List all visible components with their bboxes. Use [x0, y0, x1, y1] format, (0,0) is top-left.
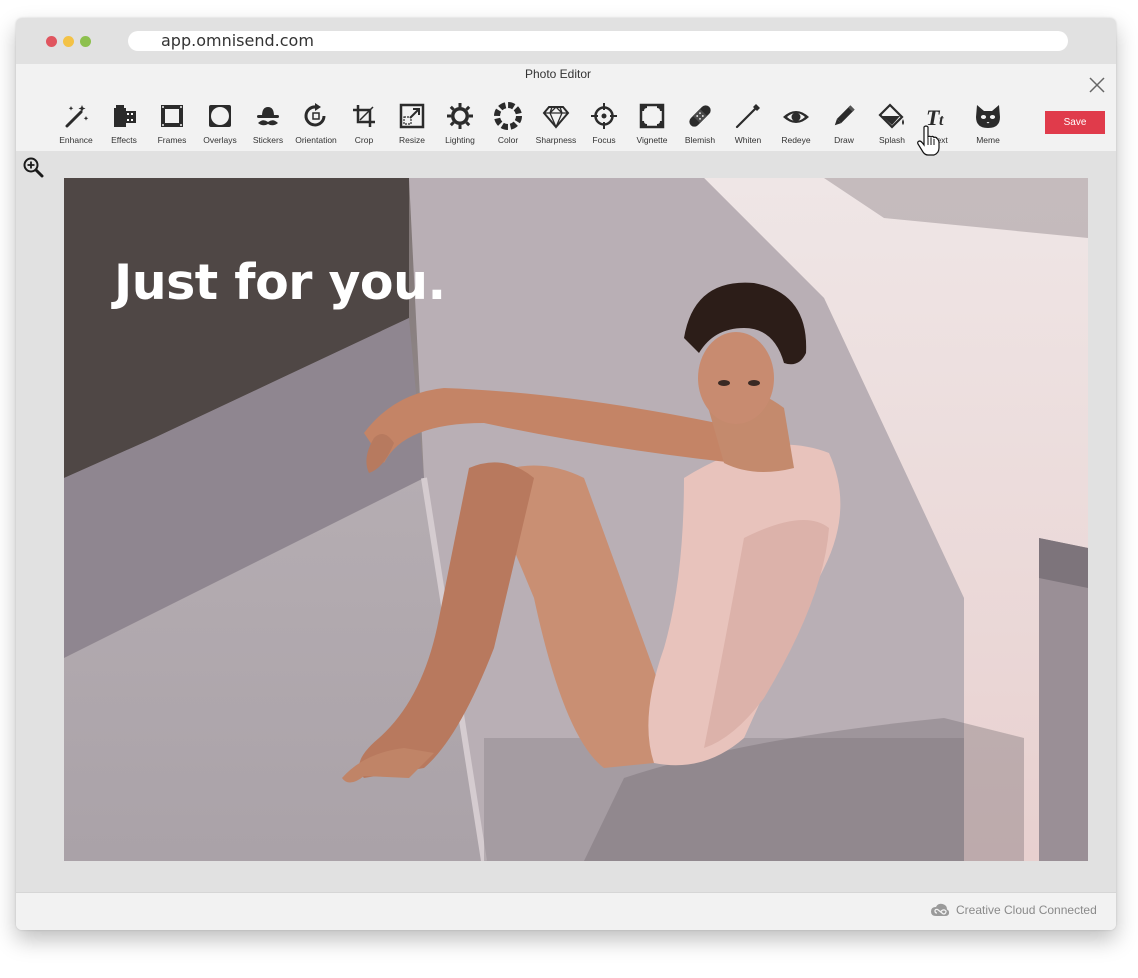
cat-face-icon: [974, 102, 1002, 130]
tool-draw[interactable]: Draw: [820, 100, 868, 150]
editor-title: Photo Editor: [524, 67, 592, 81]
window-close-dot[interactable]: [46, 36, 57, 47]
resize-icon: [398, 102, 426, 130]
window-minimize-dot[interactable]: [63, 36, 74, 47]
diamond-icon: [542, 102, 570, 130]
zoom-in-button[interactable]: [22, 156, 44, 178]
close-icon: [1089, 77, 1105, 93]
vignette-icon: [638, 102, 666, 130]
tool-overlays[interactable]: Overlays: [196, 100, 244, 150]
frame-icon: [158, 102, 186, 130]
creative-cloud-status: Creative Cloud Connected: [956, 903, 1097, 917]
tool-lighting[interactable]: Lighting: [436, 100, 484, 150]
tool-whiten[interactable]: Whiten: [724, 100, 772, 150]
tool-splash[interactable]: Splash: [868, 100, 916, 150]
tool-orientation[interactable]: Orientation: [292, 100, 340, 150]
tool-redeye[interactable]: Redeye: [772, 100, 820, 150]
magic-wand-icon: [62, 102, 90, 130]
overlay-icon: [206, 102, 234, 130]
tool-frames[interactable]: Frames: [148, 100, 196, 150]
bandage-icon: [686, 102, 714, 130]
rotate-icon: [302, 102, 330, 130]
sun-icon: [446, 102, 474, 130]
address-bar[interactable]: app.omnisend.com: [128, 31, 1068, 51]
color-wheel-icon: [494, 102, 522, 130]
tool-meme[interactable]: Meme: [964, 100, 1012, 150]
eye-icon: [782, 102, 810, 130]
hat-mustache-icon: [254, 102, 282, 130]
tool-effects[interactable]: Effects: [100, 100, 148, 150]
tool-resize[interactable]: Resize: [388, 100, 436, 150]
browser-titlebar: app.omnisend.com: [16, 18, 1116, 64]
save-button[interactable]: Save: [1045, 111, 1105, 134]
paint-bucket-icon: [878, 102, 906, 130]
image-canvas-area: Just for you.: [16, 151, 1116, 892]
overlay-text[interactable]: Just for you.: [114, 254, 446, 311]
tool-crop[interactable]: Crop: [340, 100, 388, 150]
film-roll-icon: [110, 102, 138, 130]
address-url: app.omnisend.com: [161, 31, 314, 50]
close-editor-button[interactable]: [1088, 76, 1106, 94]
tool-label: Meme: [976, 135, 1000, 145]
tool-color[interactable]: Color: [484, 100, 532, 150]
pencil-icon: [830, 102, 858, 130]
tool-focus[interactable]: Focus: [580, 100, 628, 150]
tool-vignette[interactable]: Vignette: [628, 100, 676, 150]
creative-cloud-icon: [931, 903, 950, 916]
hand-cursor-icon: [917, 125, 940, 156]
toothbrush-icon: [734, 102, 762, 130]
photo-canvas[interactable]: Just for you.: [64, 178, 1088, 861]
window-maximize-dot[interactable]: [80, 36, 91, 47]
tool-blemish[interactable]: Blemish: [676, 100, 724, 150]
editor-footer: Creative Cloud Connected: [16, 892, 1116, 930]
tool-enhance[interactable]: Enhance: [52, 100, 100, 150]
zoom-in-icon: [23, 157, 44, 178]
crosshair-icon: [590, 102, 618, 130]
tool-sharpness[interactable]: Sharpness: [532, 100, 580, 150]
browser-window: app.omnisend.com Photo Editor Enhance Ef…: [16, 18, 1116, 930]
tool-stickers[interactable]: Stickers: [244, 100, 292, 150]
crop-icon: [350, 102, 378, 130]
